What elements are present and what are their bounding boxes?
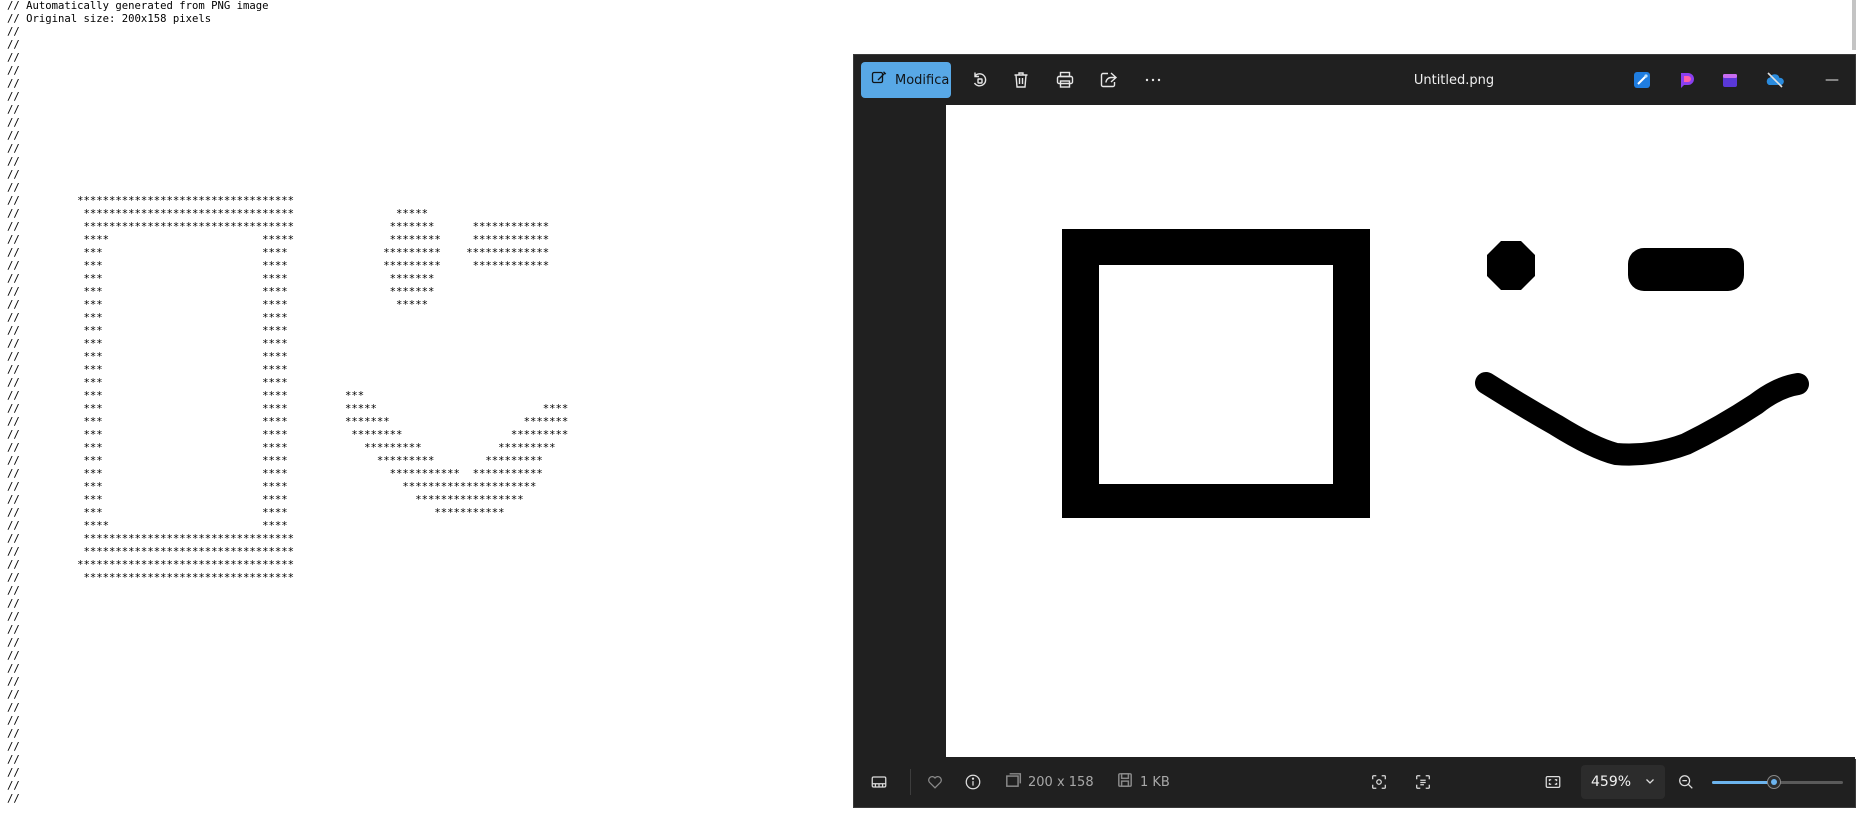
fit-to-window-icon[interactable] <box>1544 757 1562 807</box>
file-size-text: 1 KB <box>1140 774 1170 790</box>
zoom-slider[interactable] <box>1712 775 1843 789</box>
more-icon[interactable] <box>1139 66 1167 94</box>
zoom-out-icon[interactable] <box>1677 757 1695 807</box>
zoom-slider-thumb[interactable] <box>1766 775 1781 789</box>
image-canvas[interactable] <box>946 105 1856 759</box>
dimensions-text: 200 x 158 <box>1028 774 1094 790</box>
clipchamp-app-icon[interactable] <box>1718 68 1742 92</box>
file-name-title: Untitled.png <box>1413 72 1495 88</box>
onedrive-icon[interactable] <box>1763 68 1787 92</box>
file-size: 1 KB <box>1116 757 1170 807</box>
viewer-toolbar: Modifica Untitled.png — <box>854 55 1855 105</box>
edit-button[interactable]: Modifica <box>861 62 951 98</box>
focus-scan-icon[interactable] <box>1370 757 1388 807</box>
statusbar-divider <box>910 769 911 795</box>
photo-viewer-window: Modifica Untitled.png — 200 x 158 1 KB 4… <box>853 54 1856 808</box>
editor-scrollbar[interactable] <box>1852 0 1856 50</box>
filmstrip-icon[interactable] <box>870 757 888 807</box>
minimize-button[interactable]: — <box>1809 55 1855 105</box>
delete-icon[interactable] <box>1007 66 1035 94</box>
smile-shape <box>1475 372 1809 466</box>
save-disk-icon <box>1116 771 1134 793</box>
share-icon[interactable] <box>1095 66 1123 94</box>
square-shape <box>1062 229 1370 518</box>
photo-edit-app-icon[interactable] <box>1630 68 1654 92</box>
edit-icon <box>871 70 887 90</box>
displayed-image <box>1062 229 1809 518</box>
print-icon[interactable] <box>1051 66 1079 94</box>
text-scan-icon[interactable] <box>1414 757 1432 807</box>
dimensions-icon <box>1004 771 1022 793</box>
image-dimensions: 200 x 158 <box>1004 757 1094 807</box>
designer-app-icon[interactable] <box>1675 68 1699 92</box>
edit-button-label: Modifica <box>895 72 950 88</box>
file-info-icon[interactable] <box>964 757 982 807</box>
left-eye-shape <box>1487 241 1535 290</box>
zoom-slider-fill <box>1712 781 1774 784</box>
favorite-heart-icon[interactable] <box>926 757 944 807</box>
viewer-statusbar: 200 x 158 1 KB 459% <box>854 757 1855 807</box>
ascii-art-text[interactable]: // Automatically generated from PNG imag… <box>7 0 568 806</box>
zoom-level-dropdown[interactable]: 459% <box>1581 765 1665 799</box>
zoom-level-text: 459% <box>1591 774 1632 790</box>
rotate-icon[interactable] <box>966 66 994 94</box>
right-eye-shape <box>1628 248 1744 291</box>
chevron-down-icon <box>1645 774 1655 790</box>
viewer-left-panel <box>854 105 946 759</box>
